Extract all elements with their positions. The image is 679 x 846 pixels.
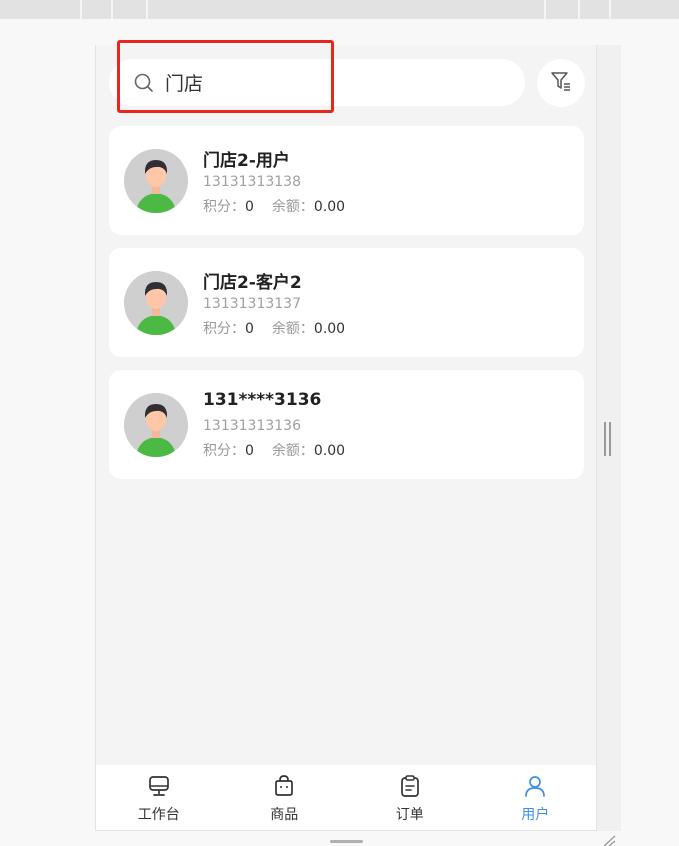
points-value: 0: [245, 199, 254, 215]
tab-label: 用户: [521, 807, 550, 823]
balance-value: 0.00: [313, 199, 346, 215]
points-value: 0: [245, 321, 254, 337]
tab-label: 工作台: [137, 807, 180, 823]
user-name: 131****3136: [203, 390, 322, 410]
tab-products[interactable]: 商品: [222, 765, 348, 830]
top-bar-divider: [544, 0, 546, 19]
tab-workbench[interactable]: 工作台: [96, 765, 222, 830]
balance-label: 余额：: [271, 321, 314, 337]
bottom-drag-handle[interactable]: [330, 840, 363, 843]
user-name: 门店2-用户: [203, 151, 290, 171]
user-card[interactable]: 门店2-客户2 13131313137 积分：0 余额：0.00: [109, 248, 584, 357]
top-bar-divider: [578, 0, 580, 19]
scroll-handle[interactable]: [603, 422, 613, 456]
window-top-bar: [0, 0, 679, 19]
tab-orders[interactable]: 订单: [347, 765, 473, 830]
tab-label: 商品: [270, 807, 299, 823]
user-stats: 积分：0 余额：0.00: [203, 196, 345, 216]
balance-label: 余额：: [271, 443, 314, 459]
top-bar-divider: [609, 0, 611, 19]
points-label: 积分：: [203, 199, 245, 215]
clipboard-icon: [397, 773, 423, 799]
phone-screen: 门店 门店2-用户 13131313138 积分：0 余额：0.00 门店2-客户…: [95, 45, 597, 831]
balance-label: 余额：: [271, 199, 314, 215]
top-bar-divider: [80, 0, 82, 19]
balance-value: 0.00: [313, 321, 346, 337]
user-card[interactable]: 门店2-用户 13131313138 积分：0 余额：0.00: [109, 126, 584, 235]
filter-icon: [550, 70, 572, 96]
user-phone: 13131313136: [203, 418, 301, 434]
bottom-tab-bar: 工作台 商品 订单 用户: [96, 765, 597, 830]
monitor-icon: [146, 773, 172, 799]
points-value: 0: [245, 443, 254, 459]
resize-grip-icon[interactable]: [600, 832, 616, 846]
user-phone: 13131313138: [203, 174, 301, 190]
user-name: 门店2-客户2: [203, 273, 302, 293]
top-bar-divider: [146, 0, 148, 19]
bag-icon: [271, 773, 297, 799]
balance-value: 0.00: [313, 443, 346, 459]
filter-button[interactable]: [537, 59, 585, 107]
tab-label: 订单: [395, 807, 424, 823]
avatar: [124, 149, 188, 213]
points-label: 积分：: [203, 321, 245, 337]
top-bar-divider: [111, 0, 113, 19]
user-phone: 13131313137: [203, 296, 301, 312]
user-stats: 积分：0 余额：0.00: [203, 440, 345, 460]
user-icon: [522, 773, 548, 799]
points-label: 积分：: [203, 443, 245, 459]
avatar: [124, 393, 188, 457]
user-stats: 积分：0 余额：0.00: [203, 318, 345, 338]
avatar: [124, 271, 188, 335]
search-highlight-box: [117, 40, 334, 113]
tab-users[interactable]: 用户: [473, 765, 597, 830]
user-card[interactable]: 131****3136 13131313136 积分：0 余额：0.00: [109, 370, 584, 479]
